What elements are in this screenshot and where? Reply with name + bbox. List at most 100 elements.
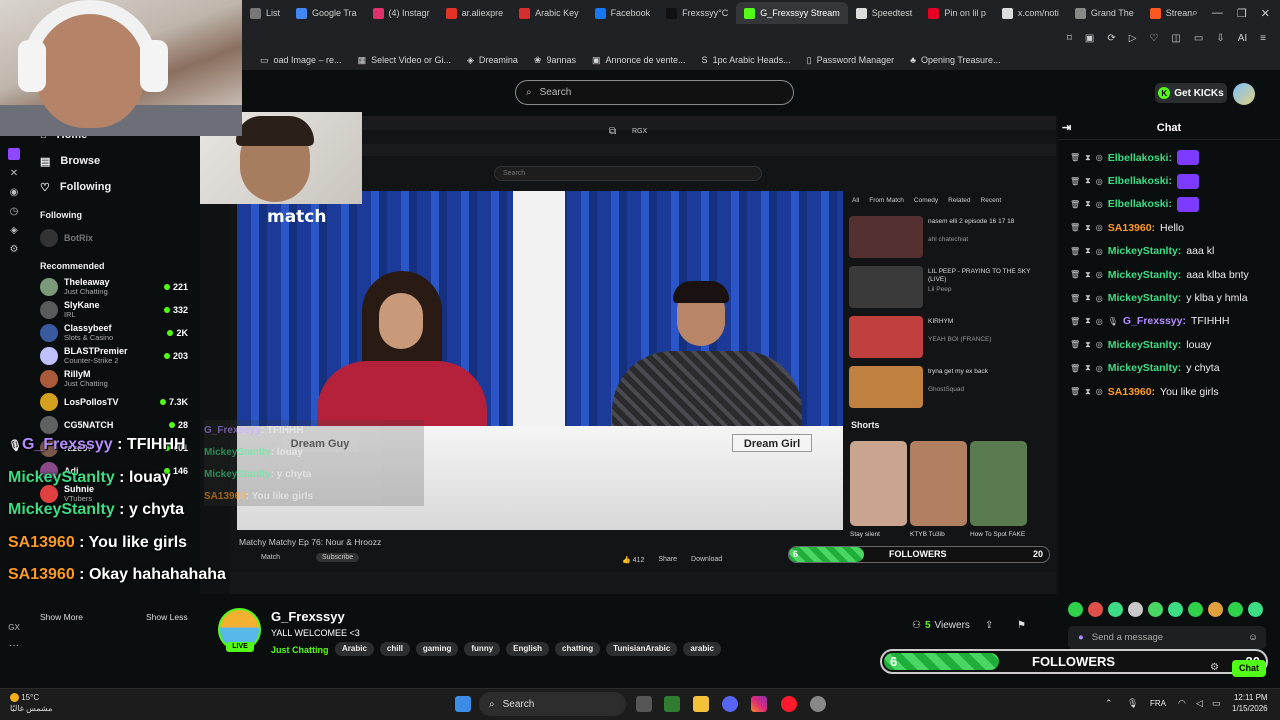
sidebar-nav-following[interactable]: ♡ Following	[28, 174, 200, 200]
show-less-button[interactable]: Show Less	[146, 612, 188, 622]
rec-thumbnail[interactable]	[849, 366, 923, 408]
delete-icon[interactable]: 🗑	[1070, 294, 1080, 303]
delete-icon[interactable]: 🗑	[1070, 340, 1080, 349]
stream-tag[interactable]: Arabic	[335, 642, 374, 656]
user-avatar[interactable]	[1233, 83, 1255, 105]
recommended-channel[interactable]: RillyM Just Chatting	[28, 367, 200, 390]
stream-tag[interactable]: chill	[379, 642, 410, 656]
stream-tag[interactable]: chatting	[555, 642, 601, 656]
download-icon[interactable]: ⇩	[1216, 33, 1224, 44]
timeout-icon[interactable]: ⧗	[1085, 153, 1091, 163]
delete-icon[interactable]: 🗑	[1070, 387, 1080, 396]
share-icon[interactable]: ⇪	[985, 620, 993, 631]
rec-thumbnail[interactable]	[849, 266, 923, 308]
delete-icon[interactable]: 🗑	[1070, 177, 1080, 186]
stream-tag[interactable]: English	[506, 642, 550, 656]
close-icon[interactable]: ✕	[1261, 7, 1270, 20]
twitch-icon[interactable]	[8, 148, 20, 160]
stream-tag[interactable]: gaming	[415, 642, 459, 656]
browser-tab[interactable]: Frexssyy°C	[658, 2, 736, 24]
chat-username[interactable]: MickeyStanlty:	[1108, 339, 1182, 351]
delete-icon[interactable]: 🗑	[1070, 153, 1080, 162]
delete-icon[interactable]: 🗑	[1070, 317, 1080, 326]
recommended-channel[interactable]: SlyKane IRL 332	[28, 298, 200, 321]
timeout-icon[interactable]: ⧗	[1085, 176, 1091, 186]
chat-username[interactable]: Elbellakoski:	[1108, 152, 1172, 164]
volume-icon[interactable]: ◁	[1196, 698, 1203, 709]
emote-icon[interactable]	[1188, 602, 1203, 617]
chrome-icon[interactable]	[810, 696, 826, 712]
history-icon[interactable]: ◷	[10, 206, 19, 217]
collapse-chat-icon[interactable]: ⇥	[1062, 116, 1071, 140]
extensions-icon[interactable]: ◈	[10, 225, 18, 236]
chat-username[interactable]: Elbellakoski:	[1108, 175, 1172, 187]
bookmark-item[interactable]: ▭ oad Image – re...	[260, 55, 342, 66]
browser-tab[interactable]: ar.aliexpre	[438, 2, 512, 24]
chat-username[interactable]: G_Frexssyy:	[1123, 315, 1186, 327]
recommended-channel[interactable]: Classybeef Slots & Casino 2K	[28, 321, 200, 344]
chat-username[interactable]: Elbellakoski:	[1108, 198, 1172, 210]
bookmark-item[interactable]: ▦ Select Video or Gi...	[358, 55, 451, 66]
yt-chip[interactable]: Related	[948, 197, 970, 204]
yt-chip[interactable]: Comedy	[914, 197, 938, 204]
rec-thumbnail[interactable]	[849, 316, 923, 358]
emote-icon[interactable]	[1128, 602, 1143, 617]
minimize-icon[interactable]: —	[1212, 7, 1223, 19]
pip-icon[interactable]: ⧉	[609, 126, 616, 137]
browser-tab[interactable]: Google Tra	[288, 2, 365, 24]
weather-widget[interactable]: 15°C مشمس غالبًا	[10, 692, 52, 714]
browser-tab[interactable]: x.com/noti	[994, 2, 1067, 24]
screenshot-icon[interactable]: ▣	[1085, 33, 1094, 44]
browser-tab[interactable]: Facebook	[587, 2, 659, 24]
chat-username[interactable]: MickeyStanlty:	[1108, 269, 1182, 281]
yt-chip[interactable]: From Match	[869, 197, 904, 204]
timeout-icon[interactable]: ⧗	[1085, 270, 1091, 280]
battery-icon[interactable]: ▭	[1212, 698, 1221, 709]
x-icon[interactable]: ✕	[10, 168, 18, 179]
settings-icon[interactable]: ⚙	[10, 244, 19, 255]
browser-tab[interactable]: G_Frexssyy Stream	[736, 2, 848, 24]
flow-icon[interactable]: ⟳	[1107, 33, 1115, 44]
browser-tab[interactable]: (4) Instagr	[365, 2, 438, 24]
emote-icon[interactable]	[1248, 602, 1263, 617]
yt-chip[interactable]: Recent	[981, 197, 1002, 204]
channel-name[interactable]: G_Frexssyy	[271, 609, 345, 624]
subscribe-button[interactable]: Subscribe	[316, 553, 360, 562]
emote-icon[interactable]	[1208, 602, 1223, 617]
timeout-icon[interactable]: ⧗	[1085, 223, 1091, 233]
media-icon[interactable]: ◉	[10, 187, 19, 198]
chat-send-button[interactable]: Chat	[1232, 660, 1266, 677]
taskbar-search[interactable]: ⌕ Search	[479, 692, 626, 716]
wallet-icon[interactable]: ▭	[1194, 33, 1203, 44]
timeout-icon[interactable]: ⧗	[1085, 199, 1091, 209]
heart-icon[interactable]: ♡	[1149, 33, 1158, 44]
task-view-icon[interactable]	[636, 696, 652, 712]
browser-tab[interactable]: Pin on lil p	[920, 2, 994, 24]
like-button[interactable]: 👍 412	[622, 556, 644, 564]
chat-input[interactable]: ● Send a message ☺	[1068, 626, 1266, 649]
chat-username[interactable]: SA13960:	[1108, 222, 1155, 234]
emoji-icon[interactable]: ☺	[1248, 632, 1258, 643]
search-input[interactable]: ⌕ Search	[515, 80, 794, 105]
report-icon[interactable]: ⚑	[1017, 620, 1026, 631]
bookmark-item[interactable]: ◈ Dreamina	[467, 55, 518, 66]
tray-mic-icon[interactable]: 🎙	[1127, 698, 1138, 709]
timeout-icon[interactable]: ⧗	[1085, 246, 1091, 256]
short-thumbnail[interactable]	[910, 441, 967, 526]
recommended-channel[interactable]: LosPollosTV 7.3K	[28, 390, 200, 413]
emote-icon[interactable]	[1168, 602, 1183, 617]
ai-button[interactable]: AI	[1238, 33, 1247, 44]
play-icon[interactable]: ▷	[1129, 33, 1137, 44]
bookmark-item[interactable]: ♣ Opening Treasure...	[910, 55, 1000, 65]
share-button[interactable]: Share	[658, 556, 677, 564]
stream-tag[interactable]: arabic	[683, 642, 721, 656]
emote-icon[interactable]	[1088, 602, 1103, 617]
short-thumbnail[interactable]	[970, 441, 1027, 526]
browser-tab[interactable]: List	[242, 2, 288, 24]
clock[interactable]: 12:11 PM 1/15/2026	[1232, 692, 1268, 714]
start-icon[interactable]	[455, 696, 471, 712]
browser-tab[interactable]: Speedtest	[848, 2, 921, 24]
timeout-icon[interactable]: ⧗	[1085, 387, 1091, 397]
opera-gx-icon[interactable]	[781, 696, 797, 712]
following-item[interactable]: BotRix	[28, 226, 200, 249]
